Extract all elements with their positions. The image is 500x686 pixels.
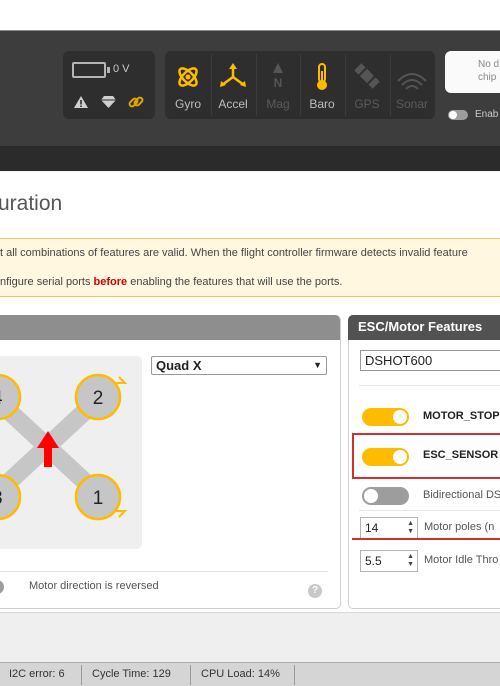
warning-icon — [74, 96, 88, 108]
motor-reversed-label: Motor direction is reversed — [29, 580, 159, 592]
motor-poles-label: Motor poles (n — [424, 521, 495, 533]
battery-voltage: 0 V — [113, 63, 130, 75]
chevron-down-icon: ▼ — [313, 360, 322, 370]
cpu-load-status: CPU Load: 14% — [201, 668, 280, 680]
warning-text-1: t all combinations of features are valid… — [0, 247, 468, 259]
sensor-label: Baro — [309, 97, 335, 111]
expert-mode-label: Enab — [475, 109, 499, 120]
gps-icon — [354, 63, 380, 89]
sonar-icon — [397, 73, 427, 90]
spinner-icon[interactable]: ▲ ▼ — [407, 553, 414, 569]
esc-panel-title: ESC/Motor Features — [358, 319, 483, 334]
help-icon[interactable]: ? — [308, 584, 322, 598]
link-icon[interactable] — [128, 94, 144, 110]
expert-mode-toggle[interactable] — [448, 110, 468, 120]
mixer-panel-header — [0, 315, 340, 340]
motor-idle-label: Motor Idle Thro — [424, 554, 499, 566]
page-title: uration — [0, 192, 63, 215]
sensor-gps: GPS — [345, 51, 389, 119]
motor-label: 3 — [0, 488, 3, 509]
spinner-icon[interactable]: ▲ ▼ — [407, 520, 414, 536]
sensor-label: Gyro — [174, 97, 201, 111]
gyro-icon — [178, 67, 198, 87]
sensor-baro: Baro — [300, 51, 344, 119]
sensor-label: Sonar — [395, 97, 429, 111]
motor-label: 4 — [0, 388, 3, 409]
motor-stop-toggle[interactable] — [362, 408, 409, 426]
sensor-gyro: Gyro — [166, 51, 210, 119]
battery-icon — [72, 62, 110, 78]
cycle-time-status: Cycle Time: 129 — [92, 668, 171, 680]
bidirectional-dshot-toggle[interactable] — [362, 487, 409, 505]
sensor-mag: N Mag — [256, 51, 300, 119]
sensor-sonar: Sonar — [390, 51, 434, 119]
i2c-error-status: I2C error: 6 — [9, 668, 65, 680]
bottom-toolbar — [0, 612, 500, 663]
motor-poles-input[interactable]: 14 ▲ ▼ — [360, 517, 418, 539]
diamond-icon — [101, 96, 116, 108]
sensor-label: Mag — [266, 97, 290, 111]
svg-text:N: N — [274, 76, 283, 90]
sensor-label: GPS — [354, 97, 380, 111]
highlight-box — [352, 433, 500, 479]
baro-icon — [317, 63, 327, 90]
bidirectional-dshot-label: Bidirectional DS — [423, 489, 500, 501]
mag-icon: N — [273, 63, 283, 90]
mixer-preview: 4 2 3 1 — [0, 356, 142, 549]
header-subbar — [0, 146, 500, 171]
accel-icon — [220, 63, 246, 87]
warning-text-2: nfigure serial ports before enabling the… — [0, 276, 343, 288]
quad-x-diagram: 4 2 3 1 — [0, 373, 128, 521]
mixer-select[interactable]: Quad X ▼ — [151, 356, 327, 375]
highlight-underline — [352, 538, 500, 540]
motor-label: 1 — [93, 488, 104, 509]
motor-idle-input[interactable]: 5.5 ▲ ▼ — [360, 550, 418, 572]
dataflash-status: No d chip — [478, 59, 500, 83]
motor-label: 2 — [93, 388, 104, 409]
motor-stop-label: MOTOR_STOP — [423, 410, 500, 422]
sensor-accel: Accel — [211, 51, 255, 119]
esc-protocol-select[interactable]: DSHOT600 — [360, 350, 500, 371]
sensor-label: Accel — [218, 97, 248, 111]
top-strip — [0, 0, 500, 31]
